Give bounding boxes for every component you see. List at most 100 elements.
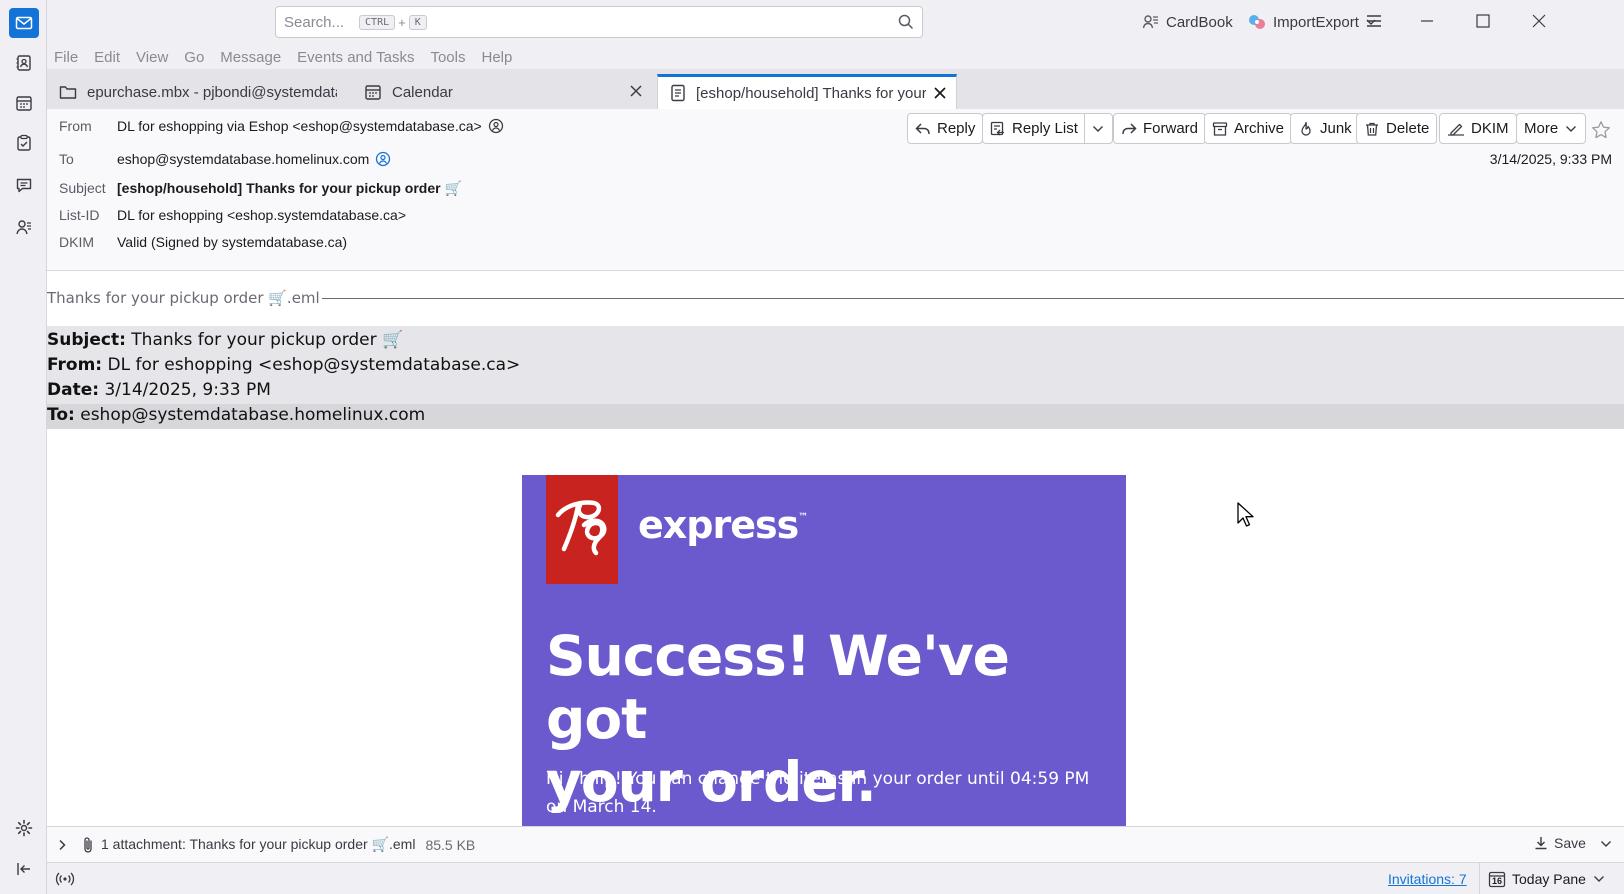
more-button[interactable]: More — [1516, 113, 1587, 144]
separator-line — [321, 297, 1624, 299]
dkim-button[interactable]: DKIM — [1439, 113, 1517, 144]
eml-to-value[interactable]: eshop@systemdatabase.homelinux.com — [80, 405, 425, 425]
hamburger-icon — [1367, 15, 1381, 27]
from-label: From — [59, 118, 92, 134]
today-pane-button[interactable]: 16 Today Pane — [1479, 863, 1606, 894]
invitations-link[interactable]: Invitations: 7 — [1388, 871, 1467, 887]
mail-icon — [15, 16, 33, 30]
tab-message[interactable]: [eshop/household] Thanks for your pickup… — [657, 74, 957, 109]
reply-icon — [915, 122, 930, 134]
eml-to-row: To: eshop@systemdatabase.homelinux.com — [47, 404, 1624, 429]
maximize-icon — [1476, 14, 1490, 28]
delete-button[interactable]: Delete — [1356, 113, 1438, 144]
promo-message-line2: on March 14. — [546, 797, 657, 817]
forward-button[interactable]: Forward — [1113, 113, 1207, 144]
menu-go[interactable]: Go — [184, 49, 204, 66]
cardbook-button[interactable]: CardBook — [1142, 8, 1233, 36]
contact-blue-icon[interactable] — [375, 151, 391, 167]
chevron-down-icon — [1093, 125, 1104, 132]
collapse-spaces-button[interactable] — [9, 854, 39, 884]
star-button[interactable] — [1591, 120, 1611, 140]
save-attachment-button[interactable]: Save — [1534, 835, 1586, 851]
menu-events-and-tasks[interactable]: Events and Tasks — [297, 49, 414, 66]
address-book-space-button[interactable] — [9, 48, 39, 78]
contact-list-icon — [16, 220, 31, 235]
tab-folder[interactable]: epurchase.mbx - pjbondi@systemdatabase — [47, 75, 347, 109]
brand-wordmark: express™ — [638, 503, 808, 547]
eml-date-row: Date: 3/14/2025, 9:33 PM — [47, 380, 1624, 405]
search-placeholder: Search... — [284, 13, 345, 31]
attachment-label[interactable]: 1 attachment: Thanks for your pickup ord… — [101, 836, 415, 853]
online-status-icon[interactable] — [55, 871, 75, 887]
shortcut-plus: + — [398, 14, 406, 30]
tab-calendar[interactable]: Calendar — [352, 75, 652, 109]
search-input[interactable]: Search... CTRL + K — [275, 6, 923, 38]
chevron-right-icon — [59, 839, 66, 850]
save-label: Save — [1554, 835, 1586, 851]
reply-list-button[interactable]: Reply List — [982, 113, 1113, 144]
shortcut-key-k: K — [408, 14, 427, 30]
mail-space-button[interactable] — [9, 8, 39, 38]
importexport-label: ImportExport — [1273, 13, 1359, 31]
to-text: eshop@systemdatabase.homelinux.com — [117, 151, 370, 167]
to-value[interactable]: eshop@systemdatabase.homelinux.com — [117, 151, 391, 167]
brand-name: express — [638, 503, 799, 547]
paperclip-icon — [81, 836, 95, 854]
tab-message-close-icon[interactable] — [932, 85, 948, 101]
chat-space-button[interactable] — [9, 170, 39, 200]
from-value[interactable]: DL for eshopping via Eshop <eshop@system… — [117, 118, 504, 134]
tasks-icon — [17, 134, 31, 151]
menu-edit[interactable]: Edit — [94, 49, 120, 66]
tab-calendar-close-icon[interactable] — [628, 83, 644, 99]
delete-label: Delete — [1386, 120, 1430, 137]
junk-icon — [1301, 121, 1311, 136]
dkim-button-label: DKIM — [1471, 120, 1509, 137]
eml-attachment-separator: Thanks for your pickup order 🛒.eml — [47, 289, 1624, 307]
dkim-label: DKIM — [59, 234, 94, 250]
tasks-space-button[interactable] — [9, 128, 39, 158]
message-date: 3/14/2025, 9:33 PM — [1489, 151, 1612, 167]
menu-tools[interactable]: Tools — [430, 49, 465, 66]
expand-attachments-button[interactable] — [55, 838, 69, 852]
reply-list-label: Reply List — [1012, 120, 1078, 137]
archive-button[interactable]: Archive — [1204, 113, 1293, 144]
gear-icon — [15, 819, 33, 837]
save-dropdown-button[interactable] — [1599, 837, 1613, 851]
from-text: DL for eshopping via Eshop <eshop@system… — [117, 118, 482, 134]
contact-icon[interactable] — [488, 118, 504, 134]
search-icon[interactable] — [898, 14, 914, 30]
eml-from-row: From: DL for eshopping <eshop@systemdata… — [47, 355, 1624, 380]
message-body: Thanks for your pickup order 🛒.eml Subje… — [47, 271, 1624, 826]
eml-to-label: To: — [47, 405, 75, 425]
cardbook-space-button[interactable] — [9, 212, 39, 242]
maximize-button[interactable] — [1476, 14, 1490, 28]
archive-icon — [1212, 121, 1228, 136]
star-icon — [1592, 121, 1610, 139]
reply-button[interactable]: Reply — [907, 113, 984, 144]
menu-help[interactable]: Help — [482, 49, 513, 66]
mouse-cursor — [1236, 501, 1256, 529]
menu-file[interactable]: File — [54, 49, 78, 66]
listid-label: List-ID — [59, 207, 100, 223]
minimize-button[interactable] — [1420, 14, 1434, 28]
menu-bar: File Edit View Go Message Events and Tas… — [47, 45, 1624, 69]
spaces-toolbar — [0, 0, 47, 894]
menu-message[interactable]: Message — [220, 49, 281, 66]
app-menu-button[interactable] — [1365, 13, 1383, 29]
listid-value: DL for eshopping <eshop.systemdatabase.c… — [117, 207, 407, 223]
eml-header-block: Subject: Thanks for your pickup order 🛒 … — [47, 326, 1624, 404]
menu-view[interactable]: View — [136, 49, 168, 66]
eml-subject-label: Subject: — [47, 330, 126, 350]
close-window-button[interactable] — [1532, 14, 1546, 28]
collapse-left-icon — [17, 863, 30, 875]
importexport-button[interactable]: ImportExport — [1247, 8, 1377, 36]
settings-space-button[interactable] — [9, 813, 39, 843]
reply-list-dropdown[interactable] — [1083, 114, 1112, 143]
cardbook-label: CardBook — [1166, 13, 1233, 31]
junk-button[interactable]: Junk — [1290, 113, 1360, 144]
chat-icon — [16, 178, 32, 193]
eml-date-value: 3/14/2025, 9:33 PM — [104, 380, 271, 400]
minimize-icon — [1421, 20, 1433, 22]
calendar-space-button[interactable] — [9, 88, 39, 118]
trademark: ™ — [798, 512, 808, 523]
